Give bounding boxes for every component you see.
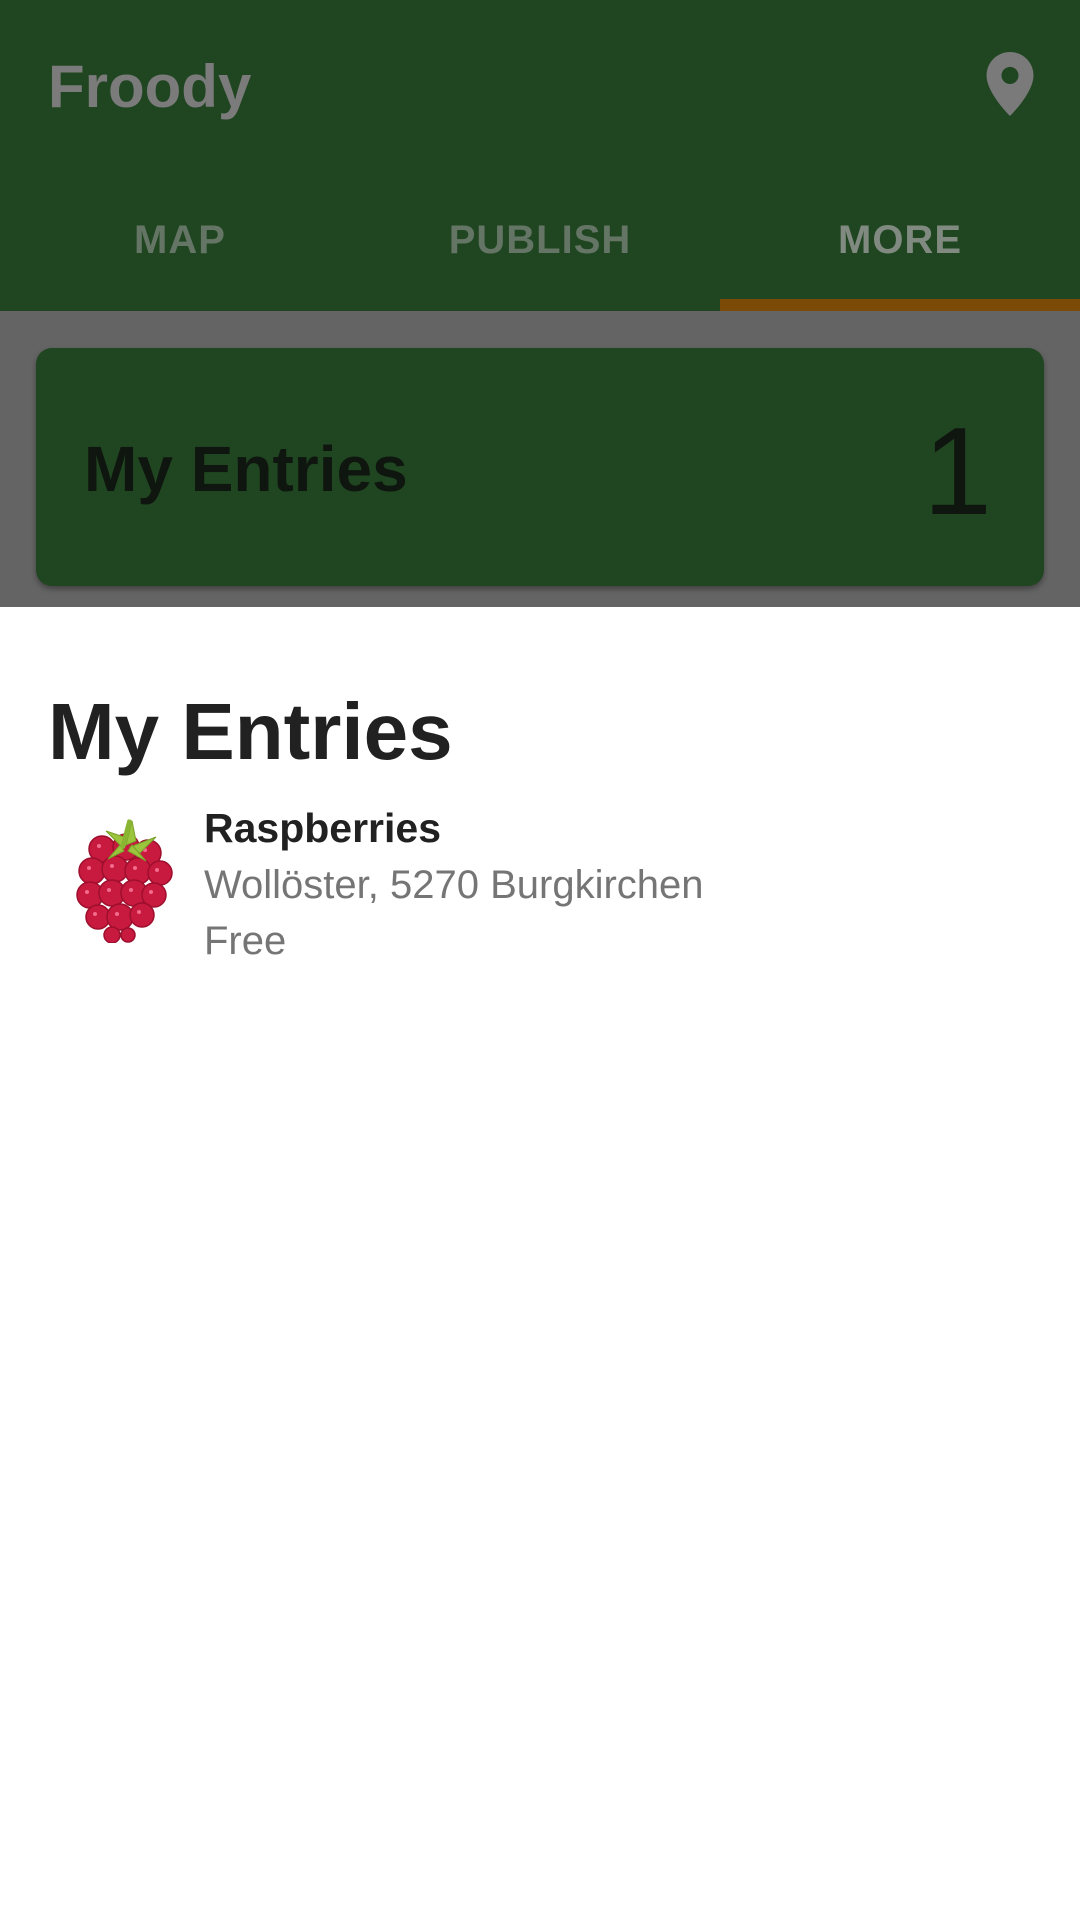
tab-more[interactable]: MORE xyxy=(720,190,1080,311)
my-entries-card[interactable]: My Entries 1 xyxy=(36,348,1044,586)
tab-more-label: MORE xyxy=(838,218,962,262)
background-scrim[interactable]: Froody MAP PUBLISH MORE My Entries 1 xyxy=(0,0,1080,607)
entry-address: Wollöster, 5270 Burgkirchen xyxy=(204,863,704,907)
tab-bar: MAP PUBLISH MORE xyxy=(0,190,1080,311)
entry-text: Raspberries Wollöster, 5270 Burgkirchen … xyxy=(204,799,704,969)
active-tab-indicator xyxy=(720,299,1080,311)
entry-name: Raspberries xyxy=(204,805,442,851)
tab-map-label: MAP xyxy=(134,218,226,262)
list-item[interactable]: Raspberries Wollöster, 5270 Burgkirchen … xyxy=(0,799,1080,979)
map-marker-icon[interactable] xyxy=(984,52,1036,116)
tab-publish-label: PUBLISH xyxy=(448,218,632,262)
tab-map[interactable]: MAP xyxy=(0,190,360,311)
app-bar: Froody MAP PUBLISH MORE xyxy=(0,0,1080,311)
my-entries-sheet: My Entries Raspberries Wollöster, 5270 B… xyxy=(0,607,1080,1920)
app-title: Froody xyxy=(48,53,252,120)
sheet-title: My Entries xyxy=(48,687,453,776)
my-entries-card-label: My Entries xyxy=(84,433,408,505)
screen: Froody MAP PUBLISH MORE My Entries 1 My … xyxy=(0,0,1080,1920)
my-entries-count: 1 xyxy=(923,403,992,541)
entry-price: Free xyxy=(204,919,287,963)
raspberry-icon xyxy=(76,819,173,943)
tab-publish[interactable]: PUBLISH xyxy=(360,190,720,311)
